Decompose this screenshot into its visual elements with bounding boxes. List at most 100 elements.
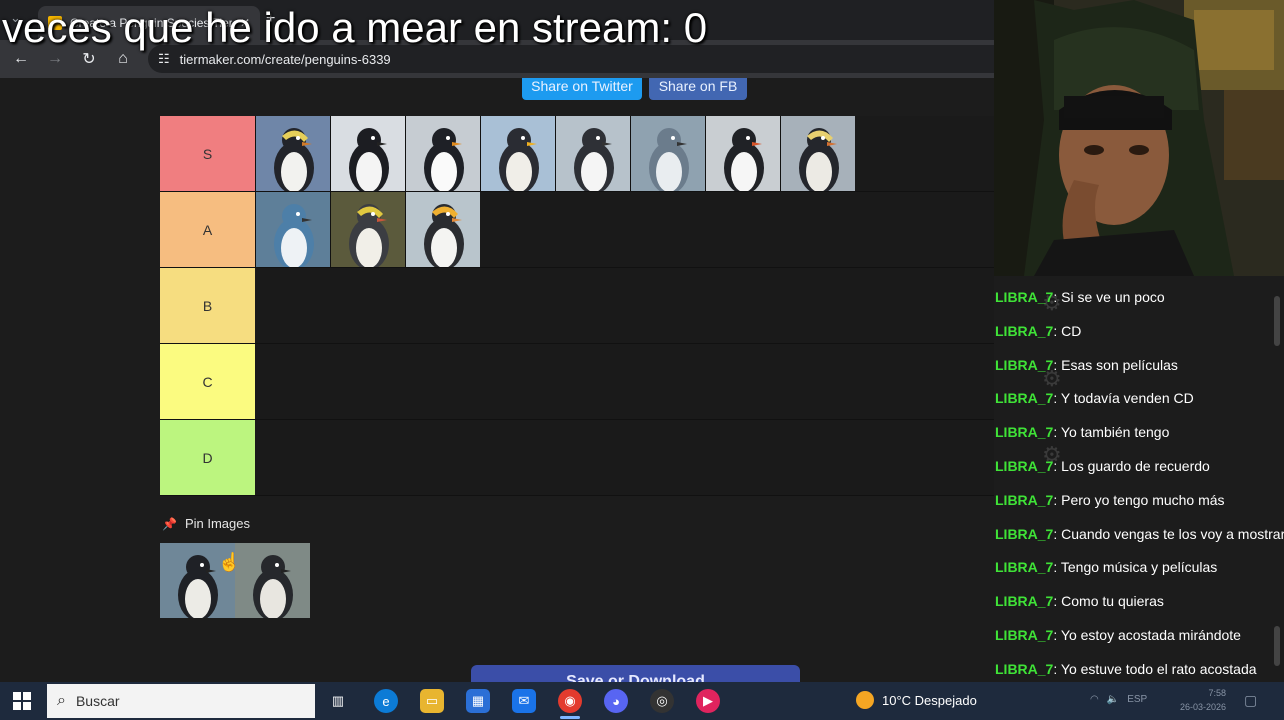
penguin-image[interactable] — [330, 192, 405, 267]
tier-label-c[interactable]: C — [160, 344, 255, 419]
penguin-image[interactable] — [330, 116, 405, 191]
chat-message: LIBRA_7: Como tu quieras — [995, 593, 1164, 610]
weather-text: 10°C Despejado — [882, 692, 977, 708]
penguin-image[interactable] — [255, 192, 330, 267]
tiermaker-page: Share on Twitter Share on FB S A B C D 📌… — [0, 78, 994, 682]
clock-time: 7:58 — [1208, 688, 1226, 698]
task-view-icon[interactable]: ▥ — [326, 689, 350, 713]
taskbar-search[interactable]: ⌕ Buscar — [47, 684, 315, 718]
penguin-image[interactable] — [630, 116, 705, 191]
chat-message-text: Si se ve un poco — [1061, 289, 1165, 305]
chat-message: LIBRA_7: Tengo música y películas — [995, 559, 1218, 576]
pin-images-label: Pin Images — [184, 516, 250, 531]
stream-chat: ⚙ ⚙ ⚙ LIBRA_7: Si se ve un poco LIBRA_7: … — [994, 276, 1284, 682]
stream-overlay-text: veces que he ido a mear en stream: 0 — [2, 4, 708, 51]
chat-message: LIBRA_7: Pero yo tengo mucho más — [995, 491, 1225, 508]
webcam-image — [994, 0, 1284, 276]
screen: ⌄ Create a Penguin Species Tier List ✕ +… — [0, 0, 1284, 720]
chat-message-text: Los guardo de recuerdo — [1061, 458, 1210, 474]
chat-username[interactable]: LIBRA_7 — [995, 424, 1053, 440]
url-text: tiermaker.com/create/penguins-6339 — [179, 51, 391, 67]
tier-row-s: S — [160, 116, 994, 192]
tier-label-d[interactable]: D — [160, 420, 255, 495]
chat-username[interactable]: LIBRA_7 — [995, 559, 1053, 575]
obs-icon[interactable]: ◎ — [650, 689, 674, 713]
penguin-image[interactable] — [255, 116, 330, 191]
tier-row-c: C — [160, 344, 994, 420]
chat-message: LIBRA_7: Si se ve un poco — [995, 289, 1165, 305]
chat-message-text: Como tu quieras — [1061, 593, 1164, 610]
chat-message: LIBRA_7: Yo estoy acostada mirándote — [995, 627, 1241, 643]
penguin-image[interactable] — [555, 116, 630, 191]
language-indicator[interactable]: ESP — [1127, 694, 1147, 705]
taskbar-clock[interactable]: 7:58 26-03-2026 — [1170, 686, 1226, 714]
chrome-active-indicator — [560, 716, 580, 719]
system-tray[interactable]: ◠ 🔈 ESP — [1090, 694, 1147, 705]
chrome-icon[interactable]: ◉ — [558, 689, 582, 713]
chat-message: LIBRA_7: Yo estuve todo el rato acostada — [995, 660, 1257, 677]
chat-username[interactable]: LIBRA_7 — [995, 627, 1053, 643]
discord-icon[interactable]: ◕ — [604, 689, 628, 713]
chat-username[interactable]: LIBRA_7 — [995, 492, 1053, 508]
tier-label-b[interactable]: B — [160, 268, 255, 343]
chat-message-text: Y todavía venden CD — [1060, 390, 1194, 407]
site-settings-icon[interactable]: ☷ — [158, 51, 170, 67]
volume-icon[interactable]: 🔈 — [1107, 694, 1119, 705]
chat-username[interactable]: LIBRA_7 — [995, 593, 1053, 609]
tier-items — [255, 192, 480, 267]
windows-logo-icon — [13, 692, 31, 710]
store-icon[interactable]: ▦ — [466, 689, 490, 713]
chat-username[interactable]: LIBRA_7 — [995, 323, 1053, 339]
pin-icon: 📌 — [162, 516, 177, 531]
outlook-icon[interactable]: ✉ — [512, 689, 536, 713]
search-placeholder: Buscar — [75, 693, 120, 709]
weather-widget[interactable]: 10°C Despejado — [856, 691, 977, 709]
file-explorer-icon[interactable]: ▭ — [420, 689, 444, 713]
chat-message: LIBRA_7: Los guardo de recuerdo — [995, 458, 1210, 474]
media-player-icon[interactable]: ▶ — [696, 689, 720, 713]
chat-message-text: Yo también tengo — [1060, 424, 1170, 441]
tier-label-a[interactable]: A — [160, 192, 255, 267]
pin-images-toggle[interactable]: 📌 Pin Images — [162, 516, 250, 531]
chat-username[interactable]: LIBRA_7 — [995, 526, 1053, 542]
chat-username[interactable]: LIBRA_7 — [995, 458, 1053, 474]
chat-message: LIBRA_7: Cuando vengas te los voy a most… — [995, 525, 1284, 542]
tier-list: S A B C D — [160, 116, 994, 496]
chat-message-text: Cuando vengas te los voy a mostrar — [1061, 525, 1284, 542]
chat-username[interactable]: LIBRA_7 — [995, 289, 1053, 305]
penguin-image[interactable] — [480, 116, 555, 191]
tier-row-a: A — [160, 192, 994, 268]
search-icon: ⌕ — [57, 692, 66, 709]
chat-message-text: CD — [1061, 322, 1082, 339]
tier-row-b: B — [160, 268, 994, 344]
chat-message-text: Esas son películas — [1061, 356, 1178, 373]
mouse-cursor-icon: ☝ — [218, 552, 241, 572]
notifications-icon[interactable]: ▢ — [1244, 692, 1257, 709]
chat-message-text: Yo estuve todo el rato acostada — [1060, 660, 1257, 677]
webcam-feed — [994, 0, 1284, 276]
chat-message: LIBRA_7: Yo también tengo — [995, 424, 1170, 441]
tier-label-s[interactable]: S — [160, 116, 255, 191]
weather-sun-icon — [856, 691, 874, 709]
chat-message-text: Pero yo tengo mucho más — [1061, 491, 1225, 508]
save-or-download-button[interactable]: Save or Download — [471, 665, 800, 682]
chat-message-text: Tengo música y películas — [1060, 559, 1218, 576]
clock-date: 26-03-2026 — [1179, 702, 1226, 712]
chat-username[interactable]: LIBRA_7 — [995, 661, 1053, 677]
penguin-image[interactable] — [235, 543, 310, 618]
start-button[interactable] — [0, 682, 44, 720]
edge-icon[interactable]: e — [374, 689, 398, 713]
chat-username[interactable]: LIBRA_7 — [995, 390, 1053, 406]
penguin-image[interactable] — [780, 116, 855, 191]
share-twitter-button[interactable]: Share on Twitter — [522, 78, 642, 100]
penguin-image[interactable] — [405, 192, 480, 267]
wifi-icon[interactable]: ◠ — [1090, 694, 1099, 705]
penguin-image[interactable] — [405, 116, 480, 191]
share-fb-button[interactable]: Share on FB — [649, 78, 747, 100]
chat-message: LIBRA_7: Y todavía venden CD — [995, 390, 1194, 407]
tier-items — [255, 116, 855, 191]
chat-message: LIBRA_7: Esas son películas — [995, 356, 1178, 373]
penguin-image[interactable] — [705, 116, 780, 191]
chat-username[interactable]: LIBRA_7 — [995, 357, 1053, 373]
windows-taskbar: ⌕ Buscar ▥ e ▭ ▦ ✉ ◉ ◕ ◎ ▶ 10°C Despejad… — [0, 682, 1284, 720]
